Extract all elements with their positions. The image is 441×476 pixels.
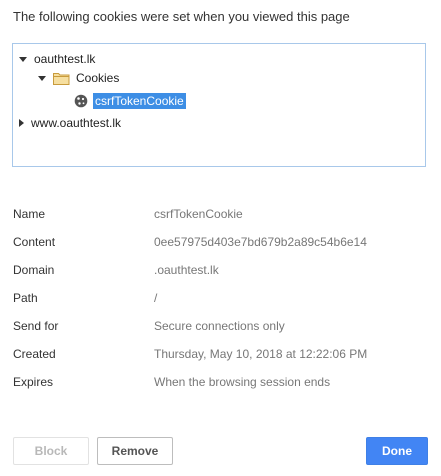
remove-button[interactable]: Remove bbox=[97, 437, 173, 465]
detail-label: Domain bbox=[13, 263, 55, 277]
detail-label: Content bbox=[13, 235, 56, 249]
tree-node-label: Cookies bbox=[76, 71, 120, 85]
detail-value: 0ee57975d403e7bd679b2a89c54b6e14 bbox=[154, 235, 367, 249]
detail-row-path: Path / bbox=[13, 291, 433, 307]
tree-node-www-oauthtest-lk[interactable]: www.oauthtest.lk bbox=[19, 113, 121, 133]
tree-node-cookies-folder[interactable]: Cookies bbox=[38, 68, 119, 88]
detail-label: Created bbox=[13, 347, 56, 361]
detail-row-name: Name csrfTokenCookie bbox=[13, 207, 433, 223]
detail-label: Path bbox=[13, 291, 38, 305]
detail-label: Expires bbox=[13, 375, 54, 389]
detail-value: csrfTokenCookie bbox=[154, 207, 243, 221]
detail-row-send-for: Send for Secure connections only bbox=[13, 319, 433, 335]
cookie-tree[interactable]: oauthtest.lk Cookies csrfTokenCookie www… bbox=[12, 43, 426, 167]
folder-icon bbox=[53, 72, 70, 85]
dialog-heading: The following cookies were set when you … bbox=[13, 9, 350, 24]
tree-node-csrf-token-cookie[interactable]: csrfTokenCookie bbox=[74, 91, 186, 111]
detail-value: Secure connections only bbox=[154, 319, 285, 333]
detail-value: Thursday, May 10, 2018 at 12:22:06 PM bbox=[154, 347, 368, 361]
expand-arrow-icon[interactable] bbox=[19, 56, 27, 62]
detail-value: .oauthtest.lk bbox=[154, 263, 219, 277]
detail-value: / bbox=[154, 291, 158, 305]
tree-node-oauthtest-lk[interactable]: oauthtest.lk bbox=[19, 49, 95, 69]
detail-row-domain: Domain .oauthtest.lk bbox=[13, 263, 433, 279]
detail-label: Send for bbox=[13, 319, 59, 333]
tree-node-label: oauthtest.lk bbox=[34, 52, 96, 66]
detail-value: When the browsing session ends bbox=[154, 375, 331, 389]
done-button[interactable]: Done bbox=[366, 437, 428, 465]
detail-row-created: Created Thursday, May 10, 2018 at 12:22:… bbox=[13, 347, 433, 363]
cookies-dialog: The following cookies were set when you … bbox=[0, 0, 441, 476]
collapse-arrow-icon[interactable] bbox=[19, 119, 24, 127]
detail-label: Name bbox=[13, 207, 46, 221]
detail-row-expires: Expires When the browsing session ends bbox=[13, 375, 433, 391]
block-button[interactable]: Block bbox=[13, 437, 89, 465]
detail-row-content: Content 0ee57975d403e7bd679b2a89c54b6e14 bbox=[13, 235, 433, 251]
tree-node-label-selected: csrfTokenCookie bbox=[93, 93, 186, 109]
tree-node-label: www.oauthtest.lk bbox=[31, 116, 122, 130]
cookie-icon bbox=[74, 94, 88, 108]
expand-arrow-icon[interactable] bbox=[38, 75, 46, 81]
